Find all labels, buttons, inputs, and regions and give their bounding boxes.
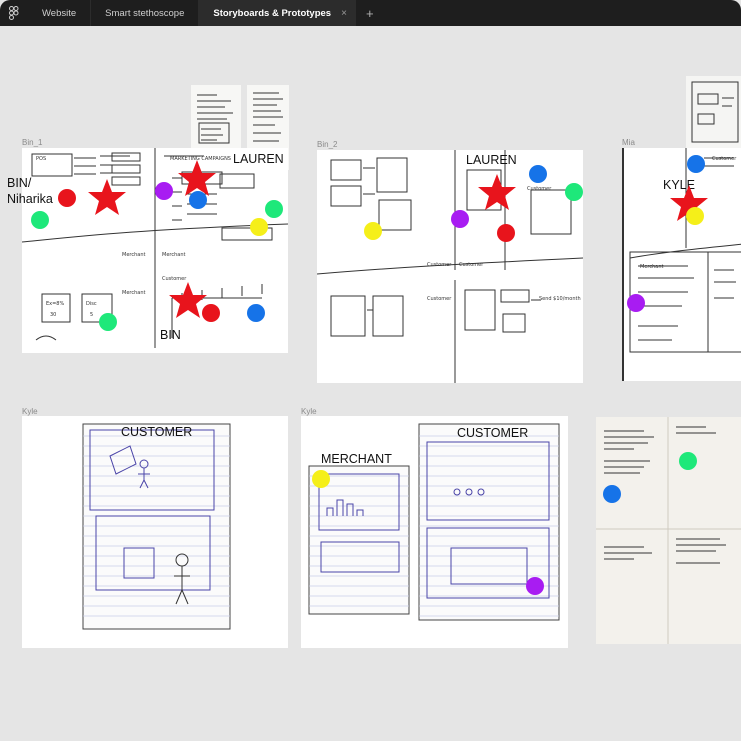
blue-dot-sticker[interactable] — [529, 165, 547, 183]
green-dot-sticker[interactable] — [99, 313, 117, 331]
frame-label-bin2[interactable]: Bin_2 — [317, 140, 337, 149]
label-lauren-2: LAUREN — [466, 153, 517, 167]
label-customer-1: CUSTOMER — [121, 425, 193, 439]
frame-label-kyle-2[interactable]: Kyle — [301, 407, 317, 416]
close-icon[interactable]: × — [341, 8, 347, 19]
svg-text:Customer: Customer — [459, 262, 484, 268]
red-star-icon[interactable] — [87, 178, 127, 216]
svg-text:Customer: Customer — [712, 156, 737, 162]
green-dot-sticker[interactable] — [679, 452, 697, 470]
svg-text:Customer: Customer — [427, 296, 452, 302]
frame-label-mia[interactable]: Mia — [622, 138, 635, 147]
tab-smart-stethoscope[interactable]: Smart stethoscope — [91, 0, 200, 26]
svg-text:Merchant: Merchant — [122, 290, 145, 296]
tab-label: Smart stethoscope — [105, 7, 185, 19]
frame-label-bin1[interactable]: Bin_1 — [22, 138, 42, 147]
red-dot-sticker[interactable] — [58, 189, 76, 207]
label-merchant: MERCHANT — [321, 452, 392, 466]
figma-window: Website Smart stethoscope Storyboards & … — [0, 0, 741, 741]
tab-label: Storyboards & Prototypes — [213, 7, 332, 19]
svg-text:Send $10/month: Send $10/month — [539, 296, 581, 302]
yellow-dot-sticker[interactable] — [364, 222, 382, 240]
blue-dot-sticker[interactable] — [687, 155, 705, 173]
purple-dot-sticker[interactable] — [627, 294, 645, 312]
svg-text:Customer: Customer — [527, 186, 552, 192]
blue-dot-sticker[interactable] — [189, 191, 207, 209]
canvas[interactable]: Bin_1 Bin_2 Mia Kyle Kyle Merchant Merch… — [0, 26, 741, 741]
tab-website[interactable]: Website — [28, 0, 92, 26]
figma-logo-icon[interactable] — [0, 0, 28, 26]
sketch-note-3[interactable] — [686, 76, 741, 148]
label-customer-2: CUSTOMER — [457, 426, 529, 440]
tab-bar: Website Smart stethoscope Storyboards & … — [0, 0, 741, 26]
plus-icon[interactable]: + — [356, 6, 384, 21]
yellow-dot-sticker[interactable] — [686, 207, 704, 225]
green-dot-sticker[interactable] — [265, 200, 283, 218]
frame-label-kyle-1[interactable]: Kyle — [22, 407, 38, 416]
blue-dot-sticker[interactable] — [603, 485, 621, 503]
storyboard-notes-photo[interactable] — [596, 417, 741, 644]
red-dot-sticker[interactable] — [202, 304, 220, 322]
purple-dot-sticker[interactable] — [526, 577, 544, 595]
yellow-dot-sticker[interactable] — [312, 470, 330, 488]
svg-text:Merchant: Merchant — [640, 264, 663, 270]
svg-text:Merchant: Merchant — [162, 252, 185, 258]
tab-storyboards-prototypes[interactable]: Storyboards & Prototypes × — [199, 0, 356, 26]
svg-text:POS: POS — [36, 156, 46, 162]
svg-text:Disc: Disc — [86, 301, 97, 307]
purple-dot-sticker[interactable] — [451, 210, 469, 228]
label-bin-niharika: BIN/ Niharika — [7, 176, 53, 206]
yellow-dot-sticker[interactable] — [250, 218, 268, 236]
svg-text:Customer: Customer — [427, 262, 452, 268]
lined-paper — [82, 423, 231, 630]
green-dot-sticker[interactable] — [565, 183, 583, 201]
storyboard-bin1[interactable]: Merchant Merchant Merchant Customer Ex=8… — [22, 148, 288, 353]
storyboard-kyle-1[interactable] — [22, 416, 288, 648]
label-bin: BIN — [160, 328, 181, 342]
red-dot-sticker[interactable] — [497, 224, 515, 242]
svg-text:30: 30 — [50, 312, 56, 318]
svg-text:5: 5 — [90, 312, 93, 318]
blue-dot-sticker[interactable] — [247, 304, 265, 322]
tab-label: Website — [42, 7, 77, 19]
green-dot-sticker[interactable] — [31, 211, 49, 229]
svg-text:Ex=8%: Ex=8% — [46, 301, 64, 307]
purple-dot-sticker[interactable] — [155, 182, 173, 200]
red-star-icon[interactable] — [477, 173, 517, 211]
storyboard-bin2[interactable]: Customer Customer Customer Send $10/mont… — [317, 150, 583, 383]
lined-paper — [308, 423, 560, 621]
svg-text:Merchant: Merchant — [122, 252, 145, 258]
storyboard-kyle-2[interactable] — [301, 416, 568, 648]
label-lauren-1: LAUREN — [233, 152, 284, 166]
